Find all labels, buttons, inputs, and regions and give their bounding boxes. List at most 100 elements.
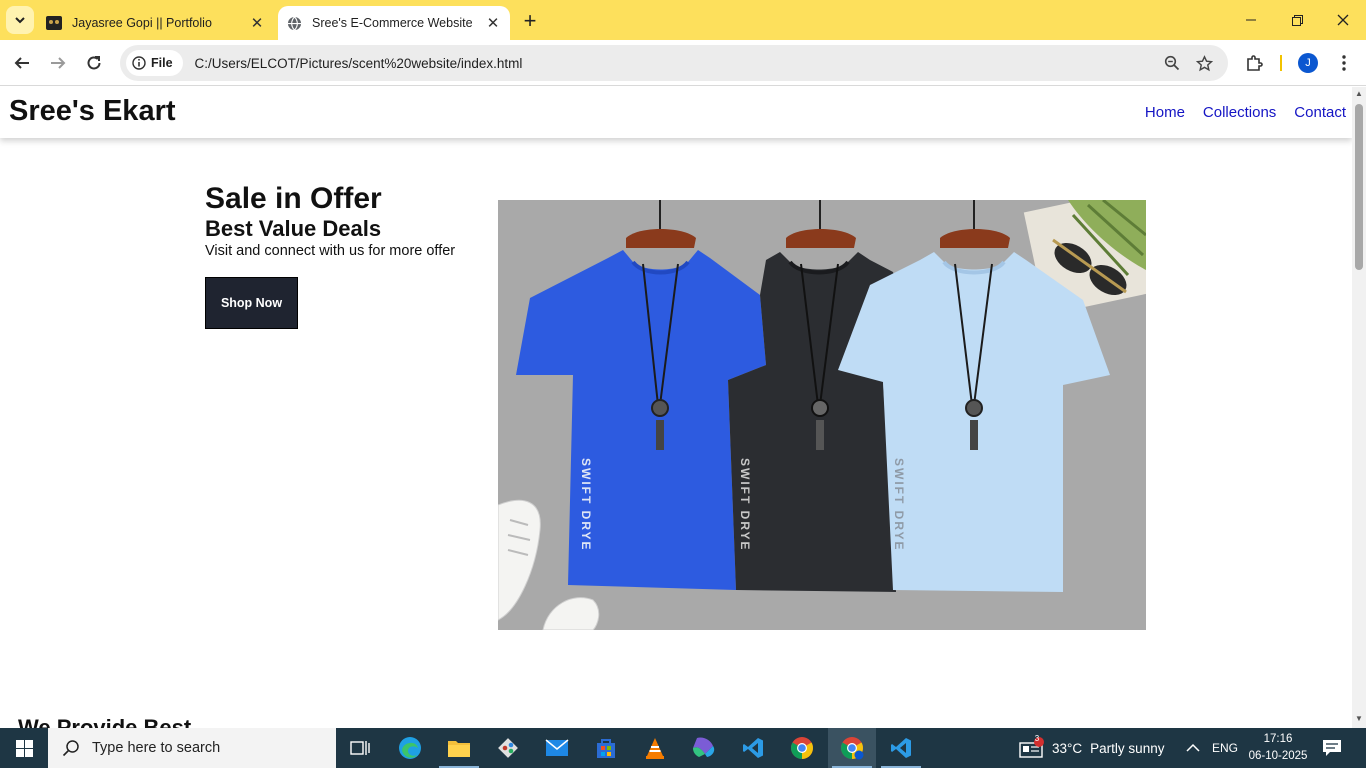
new-tab-button[interactable]: + (518, 8, 542, 33)
system-clock[interactable]: 17:16 06-10-2025 (1248, 731, 1308, 765)
profile-avatar[interactable]: J (1298, 53, 1318, 73)
portfolio-favicon-icon (46, 15, 62, 31)
vlc-icon (646, 738, 664, 759)
hero-title: Sale in Offer (205, 182, 382, 215)
tab-search-button[interactable] (6, 6, 34, 34)
store-taskbar-button[interactable] (582, 728, 630, 768)
action-center-button[interactable] (1322, 728, 1342, 768)
vscode-icon (743, 738, 763, 758)
show-hidden-icons-button[interactable] (1186, 728, 1200, 768)
toolbar-divider (1280, 55, 1282, 71)
clock-date: 06-10-2025 (1248, 750, 1308, 762)
language-indicator[interactable]: ENG (1212, 728, 1238, 768)
minimize-button[interactable] (1228, 0, 1274, 40)
weather-widget[interactable]: 33°C Partly sunny (1052, 728, 1164, 768)
close-tab-icon[interactable]: ✕ (248, 14, 266, 32)
taskbar-search-box[interactable]: Type here to search (48, 728, 336, 768)
temperature-text: 33°C (1052, 740, 1083, 756)
star-icon (1195, 54, 1213, 71)
info-icon (132, 56, 146, 70)
browser-toolbar: File C:/Users/ELCOT/Pictures/scent%20web… (0, 40, 1366, 86)
clock-time: 17:16 (1263, 733, 1293, 745)
windows-taskbar: Type here to search 3 33°C Partly sunny … (0, 728, 1366, 768)
arrow-left-icon (14, 57, 29, 69)
close-tab-icon[interactable]: ✕ (484, 14, 502, 32)
file-explorer-taskbar-button[interactable] (435, 728, 483, 768)
m365-taskbar-button[interactable] (680, 728, 728, 768)
page-viewport: Sree's Ekart Home Collections Contact Sa… (0, 87, 1352, 728)
bookmark-button[interactable] (1188, 47, 1220, 79)
scroll-up-arrow-icon[interactable]: ▲ (1355, 90, 1363, 98)
chevron-down-icon (15, 17, 25, 24)
shirt-print-text: SWIFT DRYE (738, 458, 752, 552)
git-taskbar-button[interactable] (484, 728, 532, 768)
restore-button[interactable] (1274, 0, 1320, 40)
zoom-button[interactable] (1156, 47, 1188, 79)
weather-text: Partly sunny (1090, 740, 1165, 756)
hero-description: Visit and connect with us for more offer (205, 243, 456, 259)
hero-tshirts-image: SWIFT DRYE SWIFT DRYE SWIFT DRYE (498, 200, 1146, 630)
tab-portfolio[interactable]: Jayasree Gopi || Portfolio ✕ (38, 6, 274, 40)
shirt-print-text: SWIFT DRYE (579, 458, 593, 552)
reload-button[interactable] (78, 47, 110, 79)
vscode-running-taskbar-button[interactable] (877, 728, 925, 768)
mail-taskbar-button[interactable] (533, 728, 581, 768)
chrome-icon (841, 737, 864, 760)
browser-menu-button[interactable] (1328, 47, 1360, 79)
extensions-button[interactable] (1238, 47, 1270, 79)
site-info-chip[interactable]: File (126, 50, 183, 76)
shirt-print-text: SWIFT DRYE (892, 458, 906, 552)
site-nav: Home Collections Contact (1145, 104, 1346, 121)
hero-subtitle: Best Value Deals (205, 216, 382, 241)
minimize-icon (1246, 19, 1256, 21)
chrome-icon (791, 737, 813, 759)
close-window-button[interactable] (1320, 0, 1366, 40)
page-scrollbar[interactable]: ▲ ▼ (1352, 87, 1366, 728)
site-logo[interactable]: Sree's Ekart (9, 95, 176, 128)
forward-button[interactable] (42, 47, 74, 79)
search-icon (62, 740, 79, 757)
globe-icon (286, 15, 302, 31)
scroll-down-arrow-icon[interactable]: ▼ (1355, 715, 1363, 723)
site-info-label: File (151, 56, 173, 70)
more-vertical-icon (1342, 55, 1346, 71)
nav-home-link[interactable]: Home (1145, 104, 1185, 121)
nav-contact-link[interactable]: Contact (1294, 104, 1346, 121)
chrome-taskbar-button[interactable] (778, 728, 826, 768)
address-bar[interactable]: File C:/Users/ELCOT/Pictures/scent%20web… (120, 45, 1228, 81)
vscode-taskbar-button[interactable] (729, 728, 777, 768)
store-icon (597, 739, 615, 758)
notification-badge-count: 3 (1034, 734, 1040, 743)
chevron-up-icon (1186, 743, 1200, 752)
notification-icon (1323, 740, 1341, 756)
folder-icon (448, 741, 470, 757)
m365-icon (693, 737, 715, 757)
windows-logo-icon (15, 739, 33, 757)
tab-title: Sree's E-Commerce Website (312, 16, 473, 30)
git-icon (498, 738, 518, 758)
hero-text-block: Sale in Offer Best Value Deals Visit and… (205, 182, 455, 329)
shop-now-button[interactable]: Shop Now (205, 277, 298, 329)
services-section-title: We Provide Best (18, 715, 192, 728)
close-icon (1337, 14, 1349, 26)
task-view-icon (350, 741, 370, 755)
vlc-taskbar-button[interactable] (631, 728, 679, 768)
start-button[interactable] (0, 728, 48, 768)
chrome-profile-taskbar-button[interactable] (828, 728, 876, 768)
site-header: Sree's Ekart Home Collections Contact (0, 87, 1352, 138)
tab-ecommerce[interactable]: Sree's E-Commerce Website ✕ (278, 6, 510, 40)
tab-title: Jayasree Gopi || Portfolio (72, 16, 212, 30)
task-view-button[interactable] (336, 728, 384, 768)
vscode-icon (891, 738, 911, 758)
taskbar-search-placeholder: Type here to search (92, 740, 221, 756)
browser-tab-strip: Jayasree Gopi || Portfolio ✕ Sree's E-Co… (0, 0, 1366, 40)
mail-icon (545, 739, 569, 756)
edge-taskbar-button[interactable] (386, 728, 434, 768)
reload-icon (87, 56, 101, 70)
scrollbar-thumb[interactable] (1355, 104, 1363, 270)
news-widget[interactable]: 3 (1018, 728, 1044, 768)
puzzle-icon (1247, 55, 1263, 71)
back-button[interactable] (6, 47, 38, 79)
nav-collections-link[interactable]: Collections (1203, 104, 1276, 121)
url-text[interactable]: C:/Users/ELCOT/Pictures/scent%20website/… (195, 56, 1156, 71)
